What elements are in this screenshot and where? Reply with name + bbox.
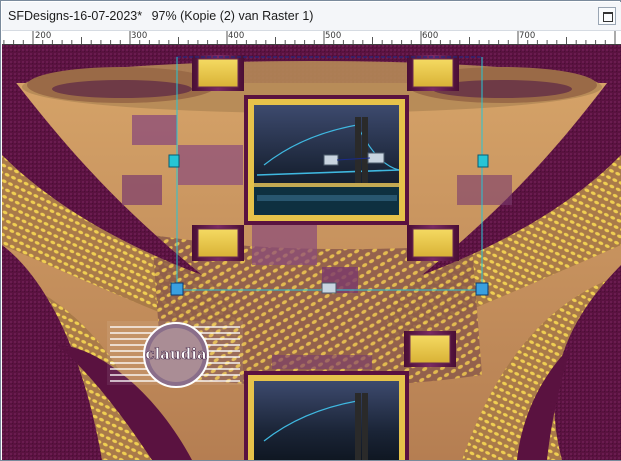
- document-name: SFDesigns-16-07-2023*: [8, 9, 143, 23]
- maximize-button[interactable]: [598, 7, 616, 25]
- window-title: SFDesigns-16-07-2023* 97% (Kopie (2) van…: [8, 9, 313, 23]
- horizontal-ruler[interactable]: 200 300 400 500 600 700: [2, 31, 621, 45]
- ruler-label: 600: [422, 31, 439, 41]
- zoom-layer-label: 97% (Kopie (2) van Raster 1): [151, 9, 314, 23]
- document-window: SFDesigns-16-07-2023* 97% (Kopie (2) van…: [0, 0, 621, 461]
- ruler-label: 500: [325, 31, 342, 41]
- ruler-label: 700: [519, 31, 536, 41]
- image-canvas[interactable]: claudia: [2, 45, 621, 460]
- ruler-label: 300: [131, 31, 148, 41]
- design-artwork: claudia: [2, 45, 621, 460]
- ruler-label: 400: [228, 31, 245, 41]
- title-bar[interactable]: SFDesigns-16-07-2023* 97% (Kopie (2) van…: [2, 2, 621, 31]
- ruler-label: 200: [35, 31, 52, 41]
- watermark-text: claudia: [145, 345, 207, 363]
